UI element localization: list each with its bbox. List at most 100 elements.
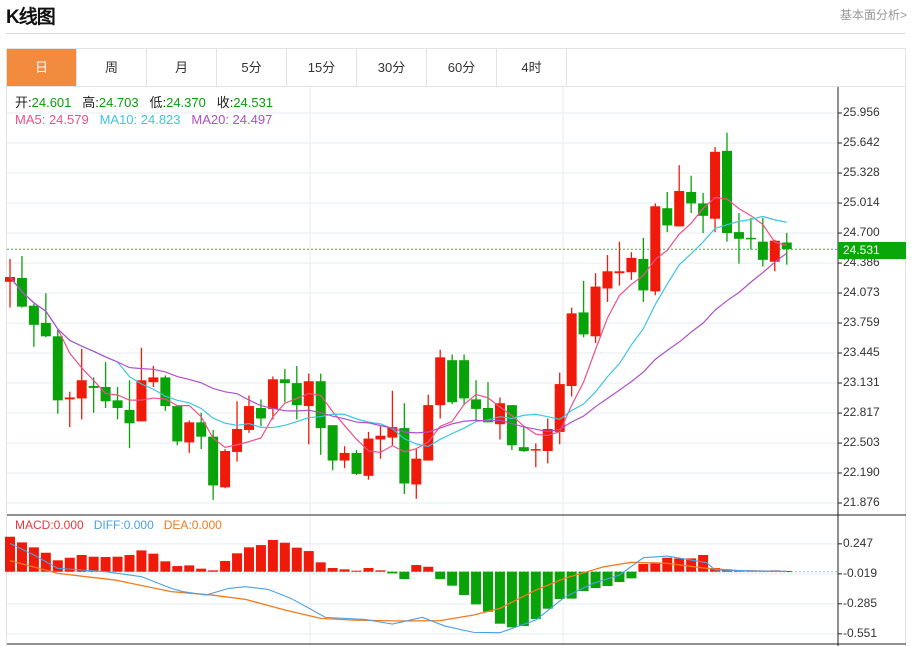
candle-up	[710, 151, 721, 219]
price-tick-label: 22.503	[843, 435, 880, 450]
candle-up	[435, 357, 446, 406]
macd-bar	[208, 570, 219, 572]
macd-bar	[554, 571, 565, 599]
macd-bar	[614, 571, 625, 583]
macd-bar	[387, 571, 398, 574]
candle-down	[471, 399, 482, 409]
candle-down	[255, 407, 266, 419]
candle-up	[423, 405, 434, 461]
price-tick-label: 25.642	[843, 135, 880, 149]
high-value: 24.703	[98, 95, 139, 110]
candle-up	[64, 397, 75, 400]
macd-bar	[16, 542, 27, 572]
close-value: 24.531	[233, 95, 274, 110]
candle-down	[291, 383, 302, 406]
candle-down	[28, 305, 39, 325]
macd-bar	[100, 557, 111, 572]
candle-down	[578, 312, 589, 335]
macd-bar	[136, 550, 147, 572]
candle-up	[530, 449, 541, 451]
open-value: 24.601	[31, 95, 72, 110]
candle-up	[184, 422, 195, 443]
diff-value: DIFF:0.000	[93, 518, 154, 532]
price-tick-label: 23.131	[843, 375, 880, 390]
macd-bar	[88, 556, 99, 572]
macd-bar	[76, 555, 87, 572]
candle-down	[518, 447, 529, 451]
ma20-value: MA20: 24.497	[191, 112, 273, 127]
macd-bar	[232, 553, 243, 572]
candle-down	[88, 386, 99, 388]
price-tick-label: 25.956	[843, 105, 880, 119]
candle-down	[315, 381, 326, 429]
price-tick-label: 23.759	[843, 315, 880, 329]
candle-up	[542, 429, 553, 451]
macd-bar	[291, 547, 302, 572]
macd-bar	[447, 571, 458, 586]
macd-bar	[303, 551, 314, 572]
macd-bar	[315, 562, 326, 572]
macd-bar	[423, 566, 434, 572]
candle-down	[459, 360, 470, 399]
candle-down	[172, 406, 183, 442]
macd-bar	[172, 566, 183, 572]
candle-down	[196, 422, 207, 437]
macd-bar	[363, 567, 374, 572]
macd-bar	[112, 556, 123, 572]
candle-down	[722, 150, 732, 234]
macd-bar	[459, 571, 470, 596]
price-tick-label: 25.328	[843, 165, 880, 180]
macd-bar	[518, 571, 529, 627]
macd-tick-label: -0.285	[843, 595, 878, 610]
candle-up	[244, 406, 254, 430]
candle-up	[267, 379, 278, 409]
candle-up	[626, 257, 637, 273]
candle-up	[136, 380, 147, 422]
low-label: 低:	[149, 95, 167, 110]
candle-down	[124, 409, 135, 424]
macd-bar	[220, 560, 231, 572]
candle-down	[686, 191, 697, 204]
candle-up	[76, 380, 87, 399]
macd-bar	[411, 565, 422, 572]
candle-down	[327, 425, 338, 461]
candle-down	[160, 377, 171, 407]
price-tick-label: 21.876	[843, 495, 880, 509]
candle-up	[650, 206, 661, 292]
macd-bar	[160, 561, 171, 572]
dea-value: DEA:0.000	[163, 518, 222, 532]
candle-up	[602, 271, 613, 289]
macd-legend: MACD:0.000 DIFF:0.000 DEA:0.000	[15, 518, 222, 532]
high-label: 高:	[82, 95, 99, 110]
candle-down	[208, 436, 219, 486]
candle-down	[40, 322, 51, 337]
candle-down	[52, 336, 63, 401]
macd-bar	[494, 571, 505, 624]
macd-bar	[435, 571, 446, 580]
candle-up	[566, 313, 577, 386]
macd-bar	[375, 570, 386, 572]
macd-value: MACD:0.000	[15, 518, 84, 532]
macd-bar	[542, 571, 553, 609]
macd-bar	[244, 547, 254, 572]
macd-bar	[279, 542, 290, 572]
price-tick-label: 23.445	[843, 345, 880, 360]
candle-up	[411, 458, 422, 485]
macd-bar	[638, 564, 649, 572]
price-tick-label: 24.073	[843, 284, 880, 299]
candle-down	[662, 208, 673, 226]
candle-up	[339, 452, 350, 461]
macd-bar	[626, 571, 637, 579]
macd-bar	[327, 567, 338, 572]
price-tick-label: 22.817	[843, 405, 880, 420]
macd-bar	[506, 571, 517, 628]
price-tick-label: 24.700	[843, 225, 880, 240]
macd-bar	[351, 570, 362, 572]
candle-down	[279, 379, 290, 384]
macd-tick-label: -0.551	[843, 625, 878, 640]
macd-bar	[255, 545, 266, 572]
macd-bar	[698, 555, 709, 572]
candle-down	[781, 242, 792, 250]
price-tick-label: 22.190	[843, 464, 880, 479]
candle-up	[363, 438, 374, 476]
